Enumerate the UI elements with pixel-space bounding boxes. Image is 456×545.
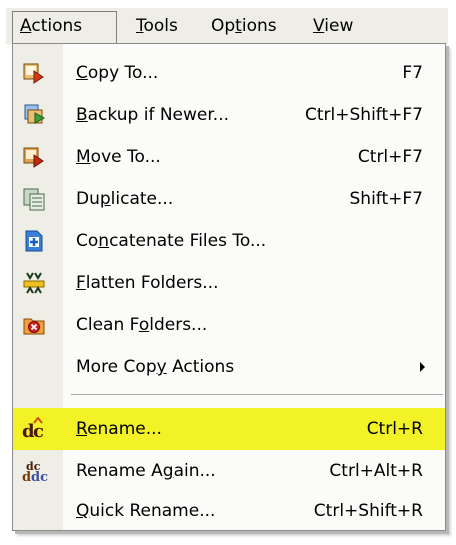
clean-folders-label: Clean Folders... [76,304,207,346]
rename-label-post: ename... [87,419,162,439]
more-copy-actions-label-pre: More Cop [76,357,157,377]
menu-view-post: iew [324,16,354,36]
rename-again-label: Rename Again... [76,450,216,492]
backup-icon [22,103,46,127]
menu-bar: Actions Tools Options View [6,8,448,45]
more-copy-actions-label: More Copy Actions [76,346,234,388]
menu-actions-post: ctions [31,16,83,36]
move-to-mnemonic: M [76,147,91,167]
menu-view-mnemonic: V [313,16,325,36]
menu-item-concatenate-files[interactable]: Concatenate Files To... [13,220,445,262]
actions-dropdown-menu: Copy To... F7 Backup if Newer... Ctrl+Sh… [12,43,446,531]
backup-label: Backup if Newer... [76,94,229,136]
concatenate-mnemonic: n [98,231,110,251]
more-copy-actions-label-post: Actions [166,357,235,377]
backup-label-post: ackup if Newer... [87,105,230,125]
rename-mnemonic: R [76,419,88,439]
menu-item-rename[interactable]: d c Rename... Ctrl+R [13,408,445,450]
move-to-icon [22,145,46,169]
menu-view[interactable]: View [305,11,361,41]
submenu-arrow-icon [420,362,425,372]
clean-folders-mnemonic: o [138,315,150,335]
copy-to-shortcut: F7 [402,63,423,83]
duplicate-icon [22,187,46,211]
rename-again-label-post: ain... [173,461,216,481]
copy-to-label-post: opy To... [87,63,159,83]
copy-to-mnemonic: C [76,63,88,83]
quick-rename-label: Quick Rename... [76,490,215,532]
menu-actions[interactable]: Actions [12,11,117,45]
concatenate-icon [22,229,46,253]
menu-item-rename-again[interactable]: dc d dc Rename Again... Ctrl+Alt+R [13,450,445,492]
move-to-label: Move To... [76,136,161,178]
copy-to-label: Copy To... [76,52,158,94]
duplicate-mnemonic: p [99,189,111,209]
clean-folders-label-post: lders... [149,315,208,335]
duplicate-shortcut: Shift+F7 [349,189,423,209]
menu-separator [71,394,443,395]
menu-item-duplicate[interactable]: Duplicate... Shift+F7 [13,178,445,220]
rename-icon: d c [22,416,46,442]
rename-again-label-pre: Rename A [76,461,163,481]
rename-label: Rename... [76,408,162,450]
move-to-shortcut: Ctrl+F7 [357,147,423,167]
svg-text:c: c [33,421,44,441]
flatten-folders-mnemonic: F [76,273,86,293]
copy-to-icon [22,61,46,85]
menu-item-quick-rename[interactable]: Quick Rename... Ctrl+Shift+R [13,490,445,532]
rename-again-shortcut: Ctrl+Alt+R [329,461,423,481]
backup-mnemonic: B [76,105,88,125]
menu-item-more-copy-actions[interactable]: More Copy Actions [13,346,445,388]
menu-item-clean-folders[interactable]: Clean Folders... [13,304,445,346]
rename-shortcut: Ctrl+R [366,419,423,439]
menu-item-flatten-folders[interactable]: Flatten Folders... [13,262,445,304]
menu-options[interactable]: Options [203,11,285,41]
flatten-folders-label: Flatten Folders... [76,262,219,304]
menu-actions-mnemonic: A [20,16,32,36]
flatten-folders-icon [22,271,46,295]
menu-options-pre: Op [211,16,236,36]
menu-item-move-to[interactable]: Move To... Ctrl+F7 [13,136,445,178]
menu-options-post: ions [241,16,277,36]
concatenate-label: Concatenate Files To... [76,220,266,262]
move-to-label-post: ove To... [90,147,161,167]
backup-shortcut: Ctrl+Shift+F7 [305,105,423,125]
duplicate-label-post: licate... [110,189,174,209]
menu-item-copy-to[interactable]: Copy To... F7 [13,52,445,94]
quick-rename-shortcut: Ctrl+Shift+R [313,501,423,521]
menu-tools-mnemonic: T [136,16,144,36]
concatenate-label-pre: Co [76,231,99,251]
quick-rename-mnemonic: Q [76,501,90,521]
rename-again-icon: dc d dc [22,459,48,485]
clean-folders-label-pre: Clean F [76,315,139,335]
flatten-folders-label-post: latten Folders... [85,273,219,293]
menu-item-backup-if-newer[interactable]: Backup if Newer... Ctrl+Shift+F7 [13,94,445,136]
quick-rename-label-post: uick Rename... [89,501,216,521]
svg-text:d: d [22,470,31,483]
duplicate-label: Duplicate... [76,178,173,220]
concatenate-label-post: catenate Files To... [109,231,267,251]
menu-options-mnemonic: t [235,16,242,36]
clean-folders-icon [22,313,46,337]
menu-tools[interactable]: Tools [128,11,186,41]
menu-tools-post: ools [143,16,178,36]
duplicate-label-pre: Du [76,189,100,209]
svg-text:dc: dc [31,470,48,483]
more-copy-actions-mnemonic: y [156,357,167,377]
rename-again-mnemonic: g [162,461,174,481]
